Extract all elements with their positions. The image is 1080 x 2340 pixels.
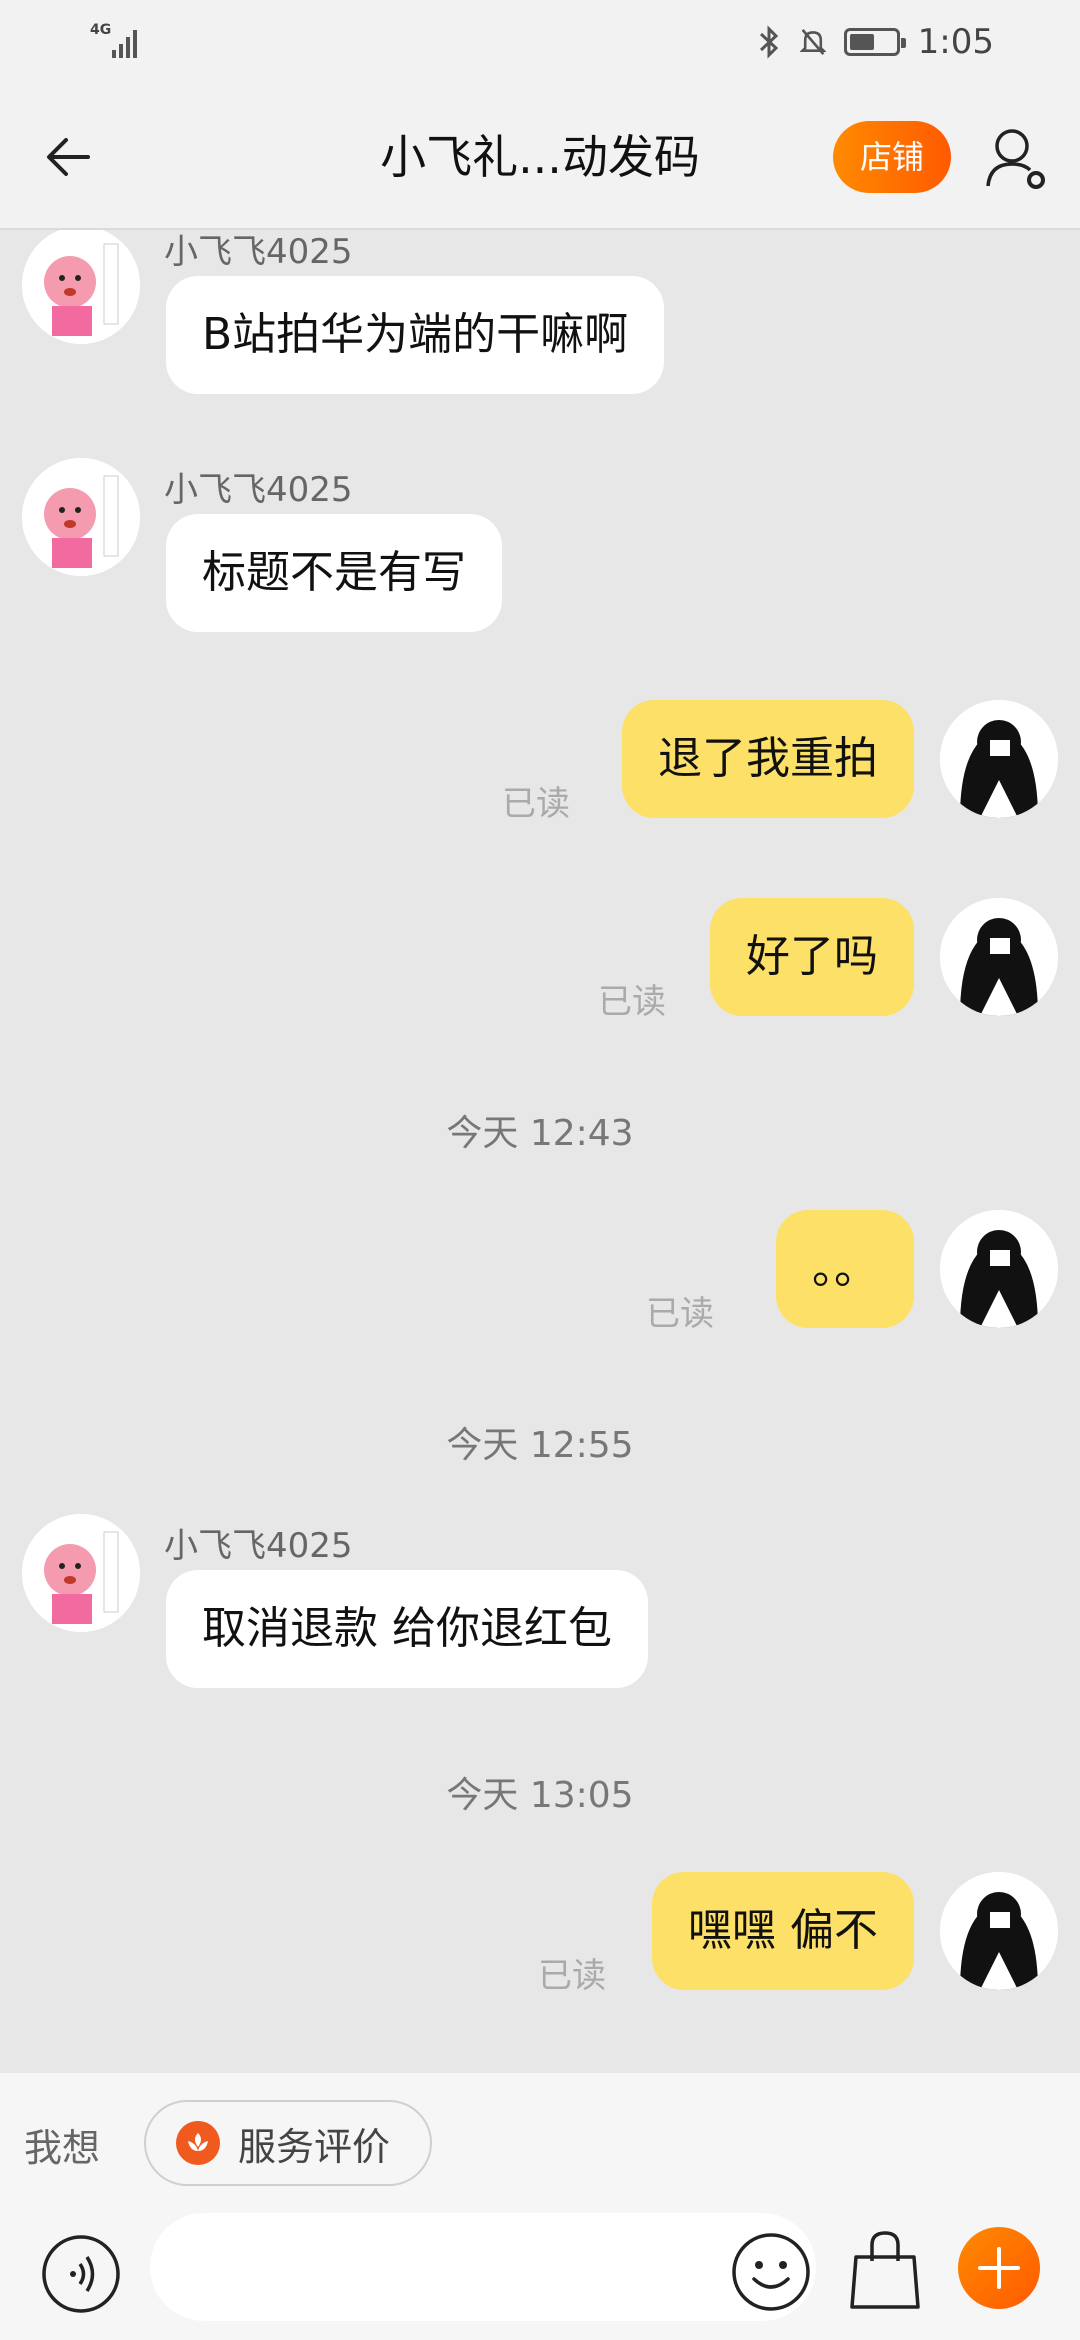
shop-button[interactable]: 店铺 <box>833 121 951 193</box>
read-status: 已读 <box>538 1956 606 1996</box>
message-input[interactable] <box>150 2213 816 2321</box>
chat-header: 小飞礼...动发码 店铺 <box>0 84 1080 230</box>
sender-name: 小飞飞4025 <box>164 232 353 272</box>
message-bubble-outgoing[interactable]: 嘿嘿 偏不 <box>652 1872 914 1990</box>
read-status: 已读 <box>598 982 666 1022</box>
network-type: 4G <box>90 22 112 38</box>
message-bubble-outgoing[interactable]: 。。 <box>776 1210 914 1328</box>
timestamp: 今天 12:43 <box>446 1113 634 1154</box>
my-avatar[interactable] <box>940 898 1058 1016</box>
quick-actions-bar: 我想 服务评价 <box>0 2073 1080 2213</box>
seller-avatar[interactable] <box>22 458 140 576</box>
battery-icon <box>843 28 906 56</box>
seller-avatar[interactable] <box>22 230 140 344</box>
quick-label: 我想 <box>24 2126 101 2170</box>
message-bubble-outgoing[interactable]: 退了我重拍 <box>622 700 914 818</box>
sender-name: 小飞飞4025 <box>164 1526 353 1566</box>
chat-title: 小飞礼...动发码 <box>380 130 700 184</box>
sender-name: 小飞飞4025 <box>164 470 353 510</box>
message-bubble-incoming[interactable]: 取消退款 给你退红包 <box>166 1570 648 1688</box>
plus-icon[interactable] <box>958 2227 1040 2309</box>
voice-icon[interactable] <box>40 2233 122 2315</box>
timestamp: 今天 12:55 <box>446 1425 634 1466</box>
back-arrow-icon[interactable] <box>38 124 104 190</box>
timestamp: 今天 13:05 <box>446 1775 634 1816</box>
bluetooth-icon <box>759 25 778 59</box>
message-bubble-outgoing[interactable]: 好了吗 <box>710 898 914 1016</box>
my-avatar[interactable] <box>940 1872 1058 1990</box>
profile-settings-icon[interactable] <box>984 122 1050 194</box>
flower-icon <box>176 2121 220 2165</box>
chat-area[interactable]: 小飞飞4025 B站拍华为端的干嘛啊 小飞飞4025 标题不是有写 已读 退了我… <box>0 230 1080 2073</box>
message-bubble-incoming[interactable]: 标题不是有写 <box>166 514 502 632</box>
emoji-icon[interactable] <box>730 2231 812 2313</box>
bag-icon[interactable] <box>848 2227 922 2313</box>
service-review-chip[interactable]: 服务评价 <box>144 2100 432 2186</box>
my-avatar[interactable] <box>940 700 1058 818</box>
my-avatar[interactable] <box>940 1210 1058 1328</box>
message-bubble-incoming[interactable]: B站拍华为端的干嘛啊 <box>166 276 665 394</box>
chip-label: 服务评价 <box>238 2124 391 2169</box>
input-bar <box>0 2213 1080 2340</box>
read-status: 已读 <box>646 1294 714 1334</box>
seller-avatar[interactable] <box>22 1514 140 1632</box>
clock: 1:05 <box>917 22 994 62</box>
status-bar: 4G 1:05 <box>0 0 1080 84</box>
read-status: 已读 <box>502 784 570 824</box>
mute-bell-icon <box>799 29 826 55</box>
